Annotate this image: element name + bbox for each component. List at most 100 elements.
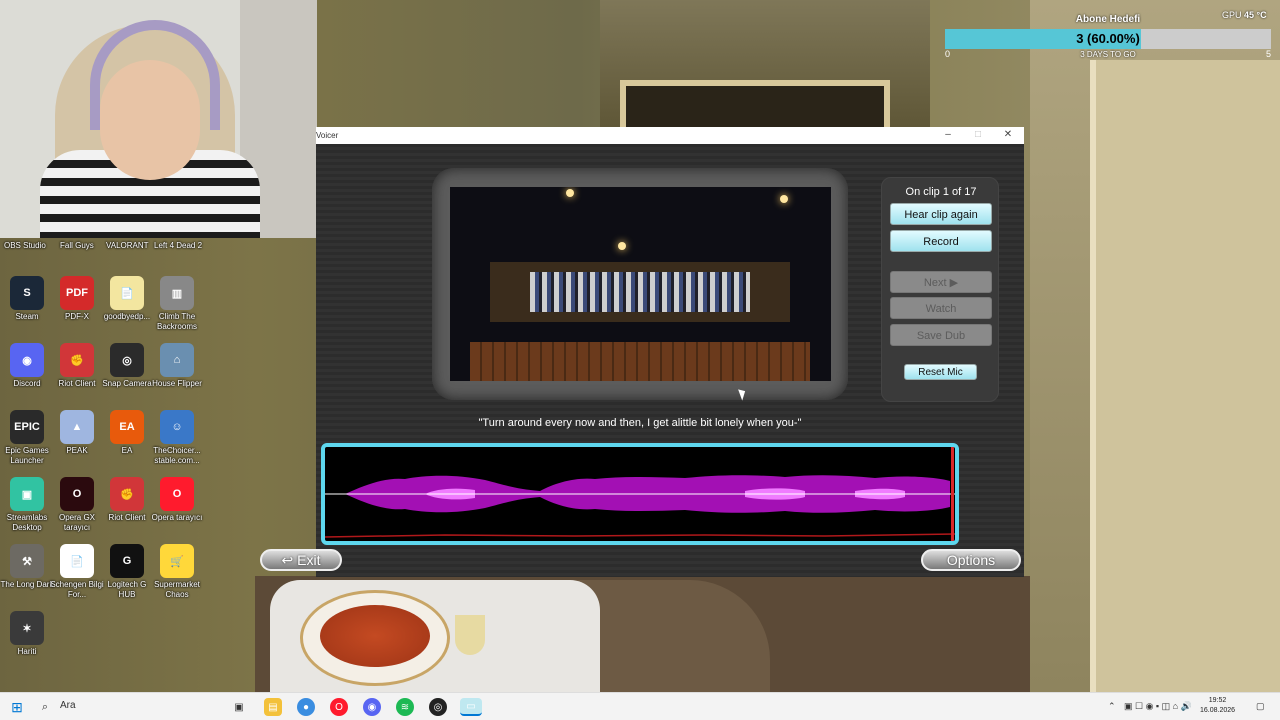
desktop-icon-label: Streamlabs Desktop [6,513,48,532]
file-explorer-icon[interactable]: ▤ [264,698,282,716]
performers [530,272,750,312]
discord-taskbar-icon[interactable]: ◉ [363,698,381,716]
window-titlebar[interactable]: Voicer – □ ✕ [316,127,1024,144]
waveform-display[interactable] [321,443,959,545]
clip-control-panel: On clip 1 of 17 Hear clip again Record N… [881,177,999,402]
desktop-icon-label: Steam [15,312,39,321]
spotify-icon[interactable]: ≋ [396,698,414,716]
desktop-app-icon: ◎ [110,343,144,377]
task-view-icon[interactable]: ▣ [230,698,248,716]
reset-mic-button[interactable]: Reset Mic [904,364,977,380]
taskbar-search[interactable]: Ara [60,700,76,711]
watch-button[interactable]: Watch [890,297,992,319]
goal-max: 5 [1265,49,1271,59]
desktop-icon[interactable]: ✊ Riot Client [50,343,104,389]
video-preview[interactable] [450,187,831,381]
desktop-app-icon: ◉ [10,343,44,377]
clip-status: On clip 1 of 17 [905,186,977,198]
desktop-icon[interactable]: ▲ PEAK [50,410,104,456]
desktop-app-icon: ⚒ [10,544,44,578]
desktop-icon[interactable]: ▣ Streamlabs Desktop [0,477,54,533]
desktop-icon-label: Supermarket Chaos [154,580,200,599]
gpu-value: 45 °C [1244,10,1267,20]
desktop-icon[interactable]: O Opera tarayıcı [150,477,204,523]
options-button[interactable]: Options [921,549,1021,571]
desktop-icon[interactable]: ✶ Hariti [0,611,54,657]
desktop-icon-label: PDF-X [65,312,89,321]
desktop-icon[interactable]: EPIC Epic Games Launcher [0,410,54,466]
theater-seats [470,342,810,381]
desktop-icon-label: Riot Client [58,379,96,388]
tray-chevron-icon[interactable]: ⌃ [1108,701,1116,712]
desktop-app-icon: O [160,477,194,511]
desktop-icon-label: Opera GX tarayıcı [58,513,95,532]
chrome-icon[interactable]: ● [297,698,315,716]
exit-button[interactable]: ↩ Exit [260,549,342,571]
notification-icon[interactable]: ▢ [1256,701,1265,712]
stage-light [566,189,574,197]
desktop-label-fallguys[interactable]: Fall Guys [60,241,94,251]
desktop-icon-label: Epic Games Launcher [5,446,49,465]
desktop-app-icon: PDF [60,276,94,310]
windows-taskbar: ⊞ ⌕ Ara ▣ ▤ ● O ◉ ≋ ◎ ▭ ⌃ ▣ ☐ ◉ ▪ ◫ ⌂ 🔊 … [0,692,1280,720]
taskbar-clock[interactable]: 19:52 16.08.2026 [1200,696,1235,716]
voicer-taskbar-icon[interactable]: ▭ [460,698,482,716]
desktop-app-icon: ✊ [110,477,144,511]
gpu-temp: GPU 45 °C [1222,10,1267,20]
hear-clip-again-button[interactable]: Hear clip again [890,203,992,225]
obs-icon[interactable]: ◎ [429,698,447,716]
right-door [1090,60,1280,692]
mic-level-trace [325,533,955,538]
desktop-icon-label: Discord [13,379,41,388]
desktop-icon-label: Schengen Bilgi For... [50,580,104,599]
desktop-app-icon: EPIC [10,410,44,444]
desktop-icon[interactable]: ◉ Discord [0,343,54,389]
desktop-icon[interactable]: 🛒 Supermarket Chaos [150,544,204,600]
minimize-icon[interactable]: – [936,129,960,140]
playhead-marker [951,447,954,541]
desktop-icon[interactable]: PDF PDF-X [50,276,104,322]
desktop-icon[interactable]: S Steam [0,276,54,322]
gpu-label: GPU [1222,10,1242,20]
desktop-icon[interactable]: O Opera GX tarayıcı [50,477,104,533]
desktop-icon[interactable]: ☺ TheChoicer... stable.com... [150,410,204,466]
desktop-app-icon: ▲ [60,410,94,444]
start-windows-icon[interactable]: ⊞ [8,698,26,716]
desktop-app-icon: 📄 [60,544,94,578]
desktop-icon[interactable]: ▥ Climb The Backrooms [150,276,204,332]
goal-bar: 3 (60.00%) [945,29,1271,49]
dialogue-caption: "Turn around every now and then, I get a… [478,417,802,429]
desktop-top-labels: OBS Studio Fall Guys VALORANT Left 4 Dea… [0,241,260,253]
voicer-window: Voicer – □ ✕ On clip 1 of 17 Hear clip a… [260,127,1024,577]
desktop-app-icon: EA [110,410,144,444]
desktop-icon[interactable]: ◎ Snap Camera [100,343,154,389]
desktop-label-obs[interactable]: OBS Studio [4,241,46,251]
close-icon[interactable]: ✕ [996,129,1020,140]
save-dub-button[interactable]: Save Dub [890,324,992,346]
desktop-icon[interactable]: EA EA [100,410,154,456]
desktop-app-icon: ✶ [10,611,44,645]
desktop-icon[interactable]: ⌂ House Flipper [150,343,204,389]
desktop-icon-label: The Long Dark [0,580,54,589]
clock-date: 16.08.2026 [1200,707,1236,714]
desktop-icon-label: Hariti [17,647,37,656]
desktop-icon[interactable]: G Logitech G HUB [100,544,154,600]
next-button[interactable]: Next ▶ [890,271,992,293]
desktop-icon-label: goodbyedp... [103,312,151,321]
window-title: Voicer [316,131,339,140]
desktop-icon[interactable]: ⚒ The Long Dark [0,544,54,590]
desktop-app-icon: ✊ [60,343,94,377]
desktop-icon-label: Riot Client [108,513,146,522]
goal-subtitle: 3 DAYS TO GO [1080,50,1136,59]
desktop-label-valorant[interactable]: VALORANT [106,241,149,251]
desktop-icon-label: EA [121,446,133,455]
opera-icon[interactable]: O [330,698,348,716]
maximize-icon[interactable]: □ [966,129,990,140]
tray-icons[interactable]: ▣ ☐ ◉ ▪ ◫ ⌂ 🔊 [1124,701,1192,712]
desktop-icon[interactable]: 📄 goodbyedp... [100,276,154,322]
record-button[interactable]: Record [890,230,992,252]
desktop-icon[interactable]: 📄 Schengen Bilgi For... [50,544,104,600]
clock-time: 19:52 [1208,697,1227,704]
desktop-label-l4d2[interactable]: Left 4 Dead 2 [154,241,202,251]
desktop-icon[interactable]: ✊ Riot Client [100,477,154,523]
